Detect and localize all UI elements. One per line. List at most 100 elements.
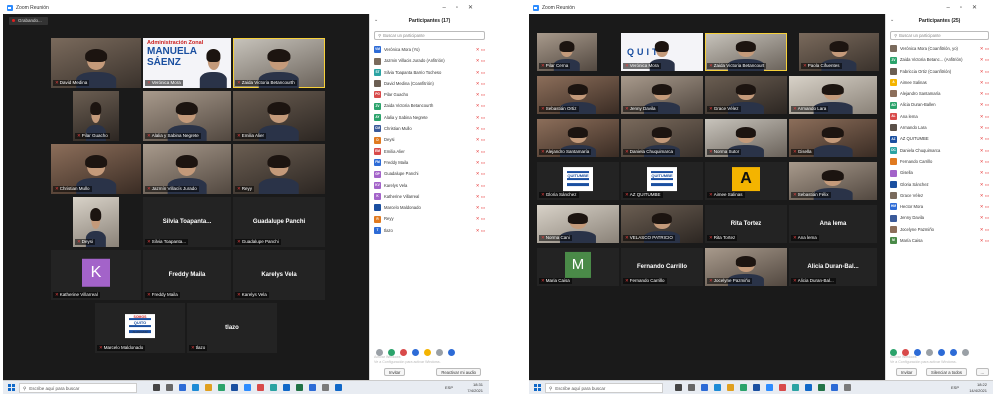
participant-video-tile[interactable]: ✕Daniela Chuquimarca [621, 119, 703, 157]
more-options-button[interactable]: ... [975, 368, 989, 376]
participant-list-item[interactable]: HM Hector Mora ✕ ▭ [890, 201, 991, 212]
participant-list-item[interactable]: Jenny Davila ✕ ▭ [890, 212, 991, 223]
video-off-icon[interactable]: ▭ [481, 171, 485, 176]
participant-video-tile[interactable]: ✕Alalia y Sabina Negrete [143, 91, 231, 141]
participant-video-tile[interactable]: ✕Jocelyne Pazmiño [705, 248, 787, 286]
unmute-me-button[interactable]: Reactivar mi audio [436, 368, 481, 376]
windows-start-icon[interactable] [8, 384, 15, 391]
participant-list-item[interactable]: Grace Vélez ✕ ▭ [890, 190, 991, 201]
video-off-icon[interactable]: ▭ [985, 57, 989, 62]
reaction-icon[interactable] [412, 349, 419, 356]
participant-video-tile[interactable]: ✕Gisella [789, 119, 877, 157]
participant-video-tile[interactable]: Guadalupe Panchi ✕Guadalupe Panchi [233, 197, 325, 247]
participant-list-item[interactable]: M María Caisa ✕ ▭ [890, 235, 991, 246]
taskbar-app-icon[interactable] [296, 384, 303, 391]
participant-video-tile[interactable]: Silvia Toapanta... ✕Silvia Toapanta... [143, 197, 231, 247]
video-off-icon[interactable]: ▭ [481, 70, 485, 75]
participant-video-tile[interactable]: ✕Deysi [73, 197, 119, 247]
participant-video-tile[interactable]: ✕Emilia Alier [233, 91, 325, 141]
participant-video-tile[interactable]: QUITUMBE ✕Gloria Sánchez [537, 162, 619, 200]
video-off-icon[interactable]: ▭ [985, 148, 989, 153]
taskbar-app-icon[interactable] [831, 384, 838, 391]
taskbar-app-icon[interactable] [740, 384, 747, 391]
video-off-icon[interactable]: ▭ [985, 102, 989, 107]
taskbar-app-icon[interactable] [309, 384, 316, 391]
reaction-icon[interactable] [436, 349, 443, 356]
participant-video-tile[interactable]: QUITO SOMOS ALANGASÍ ✕Marcelo Maldonado [95, 303, 185, 353]
participant-video-tile[interactable]: ✕David Medina [51, 38, 141, 88]
taskbar-app-icon[interactable] [179, 384, 186, 391]
participant-video-tile[interactable]: ✕Sebastián Ortiz [537, 76, 619, 114]
participant-video-tile[interactable]: Rita Tortez ✕Rita Tortez [705, 205, 787, 243]
taskbar-app-icon[interactable] [753, 384, 760, 391]
reaction-icon[interactable] [376, 349, 383, 356]
video-off-icon[interactable]: ▭ [985, 69, 989, 74]
participant-video-tile[interactable]: ✕Sebastián Félix [789, 162, 877, 200]
participant-video-tile[interactable]: Freddy Maila ✕Freddy Maila [143, 250, 231, 300]
participant-list-item[interactable]: Ttlazo ✕ ▭ [374, 225, 487, 236]
video-off-icon[interactable]: ▭ [481, 81, 485, 86]
taskbar-app-icon[interactable] [688, 384, 695, 391]
participant-video-tile[interactable]: ✕Pilar Cerna [537, 33, 597, 71]
taskbar-app-icon[interactable] [322, 384, 329, 391]
participant-video-tile[interactable]: ✕VELASCO PATRICIO [621, 205, 703, 243]
participant-list-item[interactable]: GP Guadalupe Panchi ✕ ▭ [374, 168, 487, 179]
taskbar-app-icon[interactable] [818, 384, 825, 391]
participant-search-input[interactable]: ⚲ Buscar un participante [374, 31, 485, 40]
video-off-icon[interactable]: ▭ [985, 204, 989, 209]
taskbar-app-icon[interactable] [205, 384, 212, 391]
taskbar-search-input[interactable]: ⚲ Escribe aquí para buscar [545, 383, 663, 393]
taskbar-app-icon[interactable] [779, 384, 786, 391]
taskbar-app-icon[interactable] [283, 384, 290, 391]
video-off-icon[interactable]: ▭ [481, 115, 485, 120]
participant-video-tile[interactable]: Administración Zonal MANUELA SÁENZ ✕Verónic… [143, 38, 231, 88]
video-off-icon[interactable]: ▭ [481, 47, 485, 52]
participant-video-tile[interactable]: Ana lema ✕Ana lema [789, 205, 877, 243]
reaction-icon[interactable] [448, 349, 455, 356]
participant-video-tile[interactable]: ✕Norma Cani [537, 205, 619, 243]
reaction-icon[interactable] [926, 349, 933, 356]
video-off-icon[interactable]: ▭ [481, 92, 485, 97]
taskbar-app-icon[interactable] [231, 384, 238, 391]
taskbar-app-icon[interactable] [675, 384, 682, 391]
participant-list-item[interactable]: Marcelo Maldonado ✕ ▭ [374, 202, 487, 213]
participant-list-item[interactable]: K Katherine Villarreal ✕ ▭ [374, 191, 487, 202]
participant-list-item[interactable]: Armando Lara ✕ ▭ [890, 122, 991, 133]
reaction-icon[interactable] [388, 349, 395, 356]
video-off-icon[interactable]: ▭ [985, 125, 989, 130]
participant-video-tile[interactable]: A ✕Aimee Salinas [705, 162, 787, 200]
participant-video-tile[interactable]: tlazo ✕tlazo [187, 303, 277, 353]
taskbar-clock[interactable]: 18:22 14/4/2021 [969, 382, 987, 394]
video-off-icon[interactable]: ▭ [481, 58, 485, 63]
taskbar-app-icon[interactable] [192, 384, 199, 391]
participant-video-tile[interactable]: ✕Armando Lara [789, 76, 877, 114]
taskbar-app-icon[interactable] [335, 384, 342, 391]
participant-list-item[interactable]: PG Pilar Guacho ✕ ▭ [374, 89, 487, 100]
minimize-button[interactable]: – [442, 5, 455, 11]
participant-video-tile[interactable]: Alicia Duran-Bal... ✕Alicia Duran-Bal... [789, 248, 877, 286]
participant-video-tile[interactable]: QUITO ✕Verónica Mora [621, 33, 703, 71]
participant-video-tile[interactable]: ✕Zaida Victoria Betancourt [705, 33, 787, 71]
participant-video-tile[interactable]: ✕Jazmín Villacís Jurado [143, 144, 231, 194]
video-off-icon[interactable]: ▭ [481, 149, 485, 154]
taskbar-app-icon[interactable] [166, 384, 173, 391]
participant-video-tile[interactable]: ✕Reyy [233, 144, 325, 194]
participant-video-tile[interactable]: ✕Jenny Davila [621, 76, 703, 114]
maximize-button[interactable]: ▫ [456, 5, 468, 11]
video-off-icon[interactable]: ▭ [985, 136, 989, 141]
taskbar-app-icon[interactable] [257, 384, 264, 391]
participant-video-tile[interactable]: Fernando Carrillo ✕Fernando Carrillo [621, 248, 703, 286]
participant-search-input[interactable]: ⚲ Buscar un participante [890, 31, 989, 40]
video-off-icon[interactable]: ▭ [985, 80, 989, 85]
language-indicator[interactable]: ESP [445, 385, 453, 390]
participant-list-item[interactable]: Jocelyne Pazmiño ✕ ▭ [890, 224, 991, 235]
participant-list-item[interactable]: D Deysi ✕ ▭ [374, 134, 487, 145]
recording-indicator[interactable]: Grabando... [9, 17, 48, 25]
participant-video-tile[interactable]: Karelys Vela ✕Karelys Vela [233, 250, 325, 300]
taskbar-app-icon[interactable] [244, 384, 251, 391]
taskbar-app-icon[interactable] [792, 384, 799, 391]
video-off-icon[interactable]: ▭ [985, 46, 989, 51]
video-off-icon[interactable]: ▭ [481, 137, 485, 142]
participant-list-item[interactable]: ST Silvia Toapanta Barrio Tocheso ✕ ▭ [374, 67, 487, 78]
participant-list-item[interactable]: AY Alalia y Sabina Negrete ✕ ▭ [374, 112, 487, 123]
